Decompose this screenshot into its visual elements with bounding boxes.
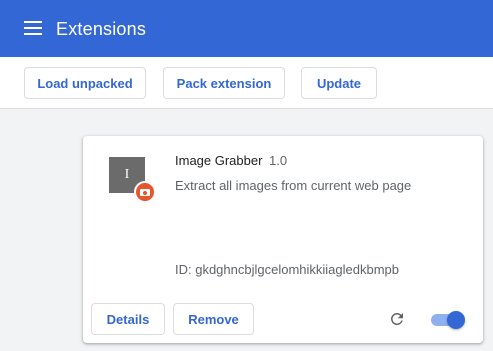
- app-header: Extensions: [0, 0, 493, 57]
- toggle-knob: [447, 311, 465, 329]
- enable-toggle[interactable]: [431, 311, 465, 329]
- extension-version: 1.0: [269, 153, 288, 168]
- extension-name: Image Grabber: [175, 153, 263, 168]
- camera-badge-icon: [134, 181, 156, 203]
- update-button[interactable]: Update: [301, 67, 377, 99]
- extension-description: Extract all images from current web page: [175, 178, 412, 193]
- extension-card: I Image Grabber 1.0 Extract all images f…: [83, 136, 483, 343]
- reload-icon[interactable]: [388, 310, 406, 328]
- load-unpacked-button[interactable]: Load unpacked: [24, 67, 146, 99]
- remove-button[interactable]: Remove: [173, 303, 254, 335]
- extension-id: ID: gkdghncbjlgcelomhikkiiagledkbmpb: [175, 262, 400, 277]
- hamburger-menu-icon[interactable]: [24, 21, 42, 35]
- pack-extension-button[interactable]: Pack extension: [163, 67, 285, 99]
- developer-toolbar: Load unpacked Pack extension Update: [0, 57, 493, 109]
- page-title: Extensions: [56, 19, 147, 39]
- details-button[interactable]: Details: [91, 303, 165, 335]
